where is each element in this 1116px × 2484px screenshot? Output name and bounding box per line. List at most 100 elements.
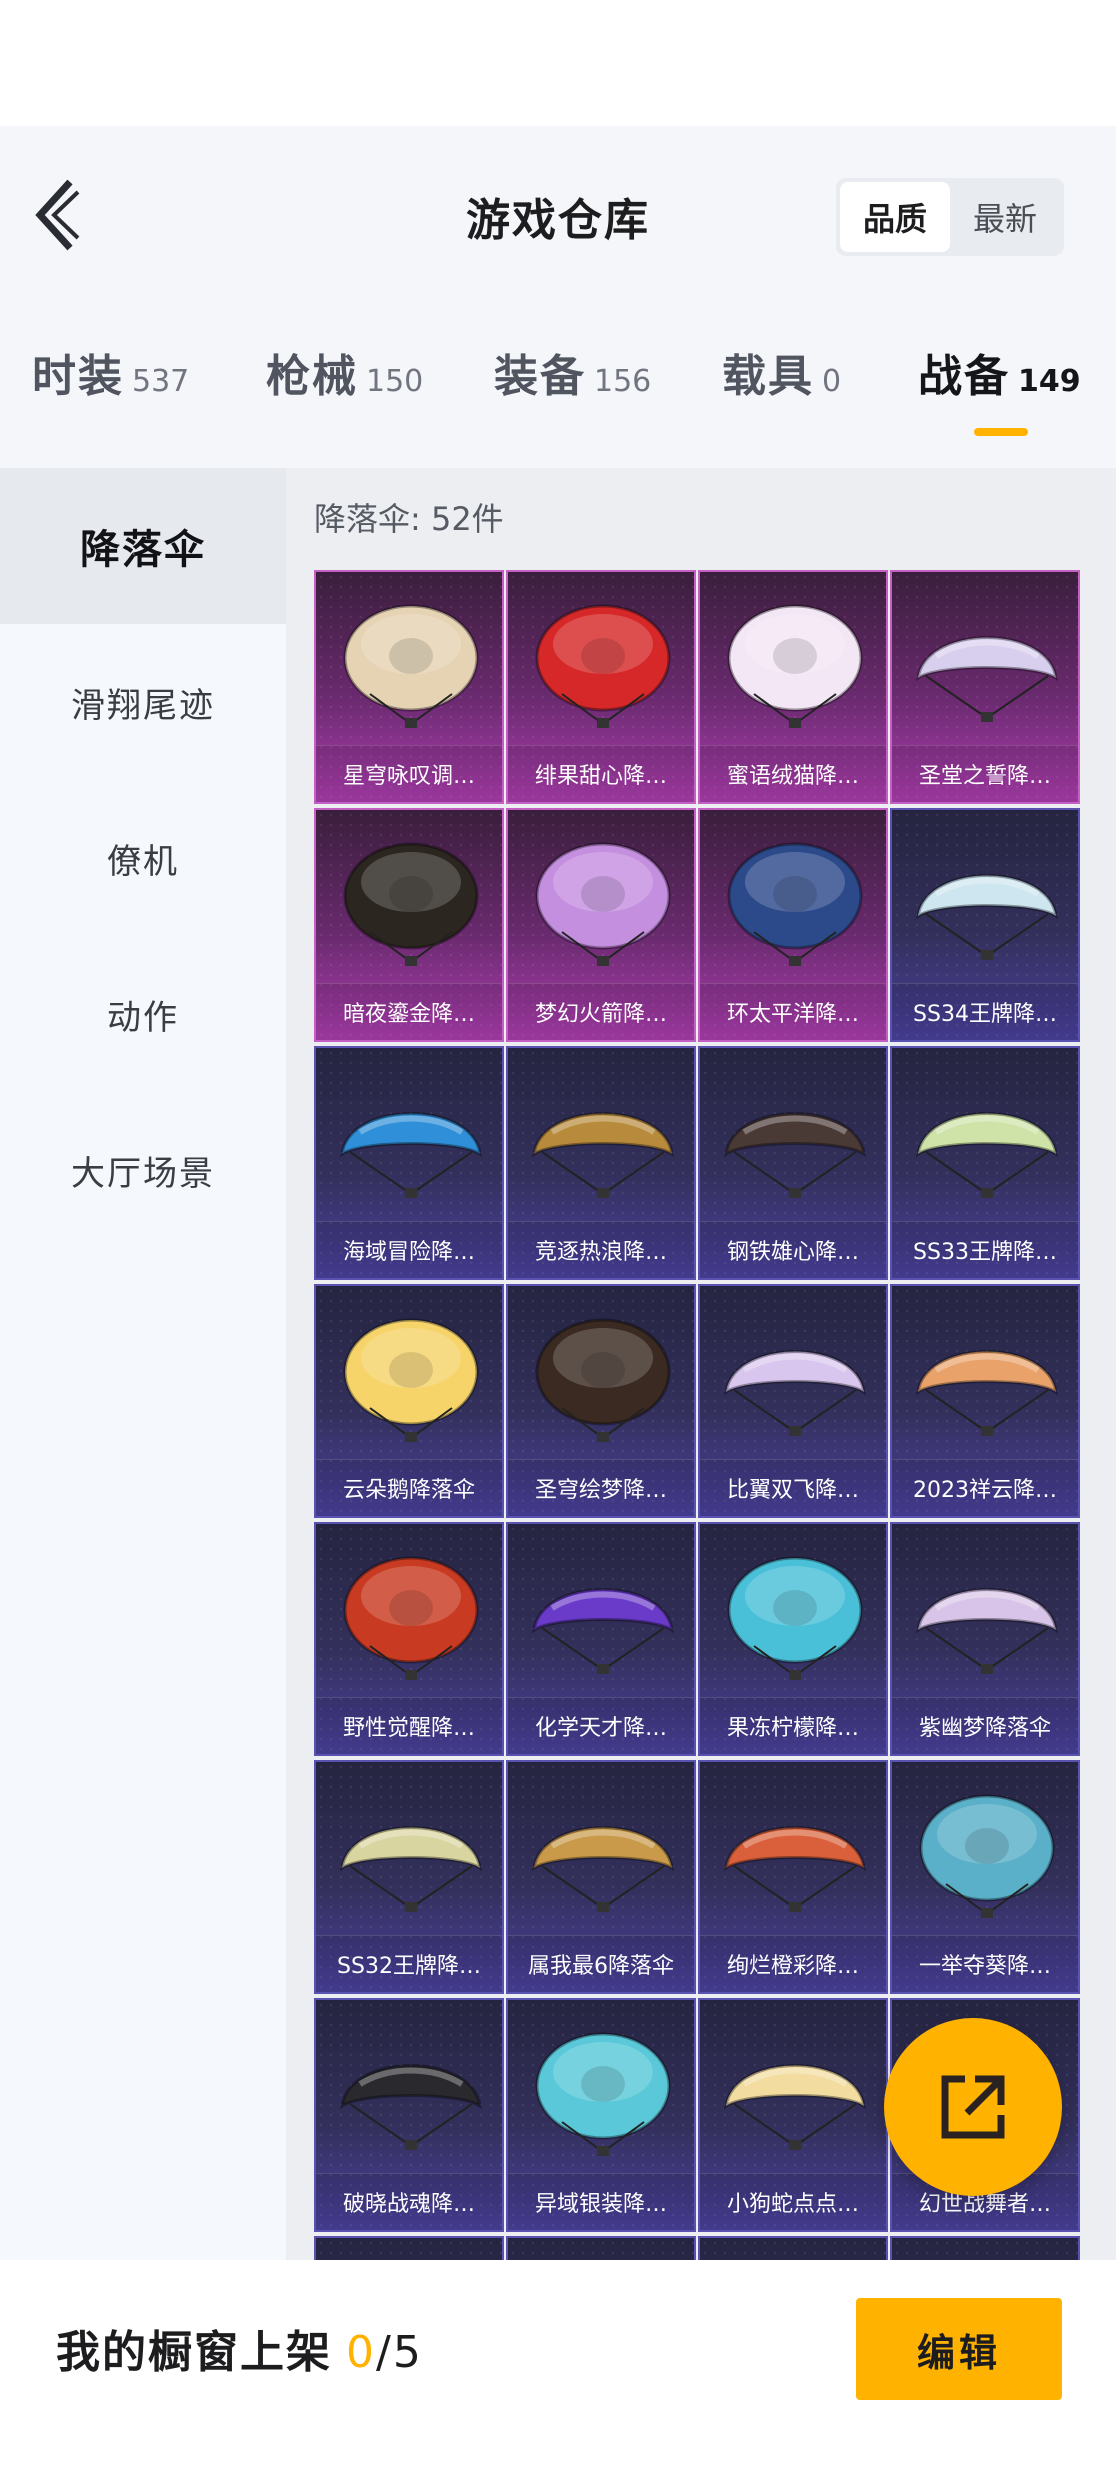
parachute-icon [723, 1350, 867, 1436]
parachute-icon [723, 1112, 867, 1198]
tab-weapons[interactable]: 枪械 150 [266, 340, 423, 420]
tab-count: 0 [822, 364, 842, 399]
parachute-icon [919, 1794, 1055, 1918]
parachute-item[interactable]: 绚烂橙彩降… [698, 1760, 888, 1994]
parachute-item[interactable]: SS34王牌降… [890, 808, 1080, 1042]
item-label-bar: 绚烂橙彩降… [700, 1935, 886, 1992]
sort-quality-button[interactable]: 品质 [840, 182, 950, 252]
tab-label: 装备 [494, 351, 586, 402]
item-label-bar: 竞逐热浪降… [508, 1221, 694, 1278]
parachute-item[interactable]: 圣穹绘梦降… [506, 1284, 696, 1518]
tab-label: 载具 [722, 351, 814, 402]
sidebar: 降落伞 滑翔尾迹 僚机 动作 大厅场景 [0, 468, 286, 2260]
item-label-bar: 暗夜鎏金降… [316, 983, 502, 1040]
item-name: 2023祥云降… [913, 1478, 1057, 1503]
tab-label: 战备 [918, 351, 1010, 402]
edit-button[interactable]: 编辑 [856, 2298, 1062, 2400]
parachute-item[interactable]: 破晓战魂降… [314, 1998, 504, 2232]
showcase-current-count: 0 [346, 2327, 376, 2378]
parachute-icon [339, 1826, 483, 1912]
parachute-icon [727, 604, 863, 728]
parachute-item[interactable]: 化学天才降… [506, 1522, 696, 1756]
card-texture [316, 2238, 502, 2260]
parachute-icon [915, 874, 1059, 960]
item-name: 化学天才降… [534, 1716, 667, 1741]
external-share-icon [941, 2075, 1005, 2139]
parachute-item[interactable]: 果冻柠檬降… [698, 1522, 888, 1756]
parachute-item[interactable]: 星穹咏叹调… [314, 570, 504, 804]
parachute-item[interactable]: 一举夺葵降… [890, 1760, 1080, 1994]
parachute-item[interactable] [890, 2236, 1080, 2260]
parachute-item[interactable]: 蜜语绒猫降… [698, 570, 888, 804]
item-grid-viewport[interactable]: 星穹咏叹调… 绯果甜心降… 蜜语绒猫降… 圣堂之誓降… 暗夜鎏金降… 梦幻火箭降… 环太平洋… [312, 570, 1090, 2260]
tab-battle-gear[interactable]: 战备 149 [918, 340, 1081, 420]
item-name: 圣堂之誓降… [918, 764, 1051, 789]
parachute-icon [535, 842, 671, 966]
parachute-item[interactable]: 环太平洋降… [698, 808, 888, 1042]
parachute-item[interactable] [698, 2236, 888, 2260]
item-label-bar: 环太平洋降… [700, 983, 886, 1040]
parachute-icon [727, 1556, 863, 1680]
parachute-item[interactable]: 圣堂之誓降… [890, 570, 1080, 804]
parachute-item[interactable]: 梦幻火箭降… [506, 808, 696, 1042]
tab-count: 150 [366, 364, 424, 399]
parachute-item[interactable]: 竞逐热浪降… [506, 1046, 696, 1280]
parachute-item[interactable]: 绯果甜心降… [506, 570, 696, 804]
item-name: SS33王牌降… [913, 1240, 1057, 1265]
item-name: 比翼双飞降… [726, 1478, 859, 1503]
parachute-item[interactable]: 2023祥云降… [890, 1284, 1080, 1518]
sidebar-item-parachute[interactable]: 降落伞 [0, 468, 286, 624]
sort-newest-button[interactable]: 最新 [950, 182, 1060, 252]
item-label-bar: 化学天才降… [508, 1697, 694, 1754]
parachute-icon [535, 2032, 671, 2156]
parachute-item[interactable] [506, 2236, 696, 2260]
parachute-item[interactable]: 紫幽梦降落伞 [890, 1522, 1080, 1756]
item-label-bar: 星穹咏叹调… [316, 745, 502, 802]
sidebar-item-lobby-scene[interactable]: 大厅场景 [0, 1092, 286, 1248]
tab-vehicles[interactable]: 载具 0 [722, 340, 841, 420]
card-texture [700, 2238, 886, 2260]
parachute-item[interactable]: 钢铁雄心降… [698, 1046, 888, 1280]
item-name: 小狗蛇点点… [726, 2192, 859, 2217]
tab-equipment[interactable]: 装备 156 [494, 340, 651, 420]
parachute-icon [915, 1112, 1059, 1198]
parachute-icon [915, 1350, 1059, 1436]
parachute-item[interactable]: 属我最6降落伞 [506, 1760, 696, 1994]
item-name: SS32王牌降… [337, 1954, 481, 1979]
active-tab-indicator [974, 428, 1028, 436]
parachute-item[interactable]: 野性觉醒降… [314, 1522, 504, 1756]
parachute-icon [723, 1826, 867, 1912]
item-name: SS34王牌降… [913, 1002, 1057, 1027]
parachute-icon [915, 636, 1059, 722]
parachute-item[interactable]: 小狗蛇点点… [698, 1998, 888, 2232]
tab-fashion[interactable]: 时装 537 [32, 340, 189, 420]
share-button[interactable] [884, 2018, 1062, 2196]
card-texture [508, 2238, 694, 2260]
item-label-bar: 海域冒险降… [316, 1221, 502, 1278]
sidebar-item-wingman[interactable]: 僚机 [0, 780, 286, 936]
item-label-bar: 钢铁雄心降… [700, 1221, 886, 1278]
showcase-label: 我的橱窗上架 [56, 2327, 332, 2378]
parachute-item[interactable]: 暗夜鎏金降… [314, 808, 504, 1042]
item-label-bar: 云朵鹅降落伞 [316, 1459, 502, 1516]
item-name: 破晓战魂降… [342, 2192, 475, 2217]
item-name: 云朵鹅降落伞 [342, 1478, 475, 1503]
sidebar-item-glide-trail[interactable]: 滑翔尾迹 [0, 624, 286, 780]
parachute-icon [531, 1826, 675, 1912]
item-name: 海域冒险降… [342, 1240, 475, 1265]
showcase-separator: / [376, 2327, 393, 2378]
parachute-item[interactable]: 异域银装降… [506, 1998, 696, 2232]
item-label-bar: 绯果甜心降… [508, 745, 694, 802]
card-texture [892, 2238, 1078, 2260]
item-name: 野性觉醒降… [342, 1716, 475, 1741]
parachute-icon [339, 1112, 483, 1198]
parachute-item[interactable]: 比翼双飞降… [698, 1284, 888, 1518]
parachute-item[interactable] [314, 2236, 504, 2260]
parachute-item[interactable]: 海域冒险降… [314, 1046, 504, 1280]
sidebar-item-emote[interactable]: 动作 [0, 936, 286, 1092]
parachute-item[interactable]: SS33王牌降… [890, 1046, 1080, 1280]
parachute-item[interactable]: 云朵鹅降落伞 [314, 1284, 504, 1518]
item-name: 梦幻火箭降… [534, 1002, 667, 1027]
parachute-item[interactable]: SS32王牌降… [314, 1760, 504, 1994]
item-label-bar: 异域银装降… [508, 2173, 694, 2230]
